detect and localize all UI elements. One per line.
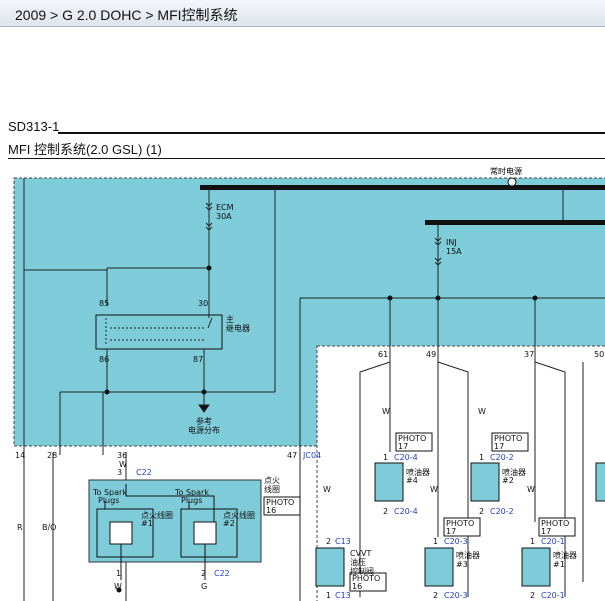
pin-2-c20-3: 2	[433, 591, 438, 600]
wire-w-4: W	[430, 485, 438, 494]
connector-c20-4: C20-4	[394, 453, 418, 462]
injector-1-label: 喷油器	[553, 550, 577, 560]
injector-partial	[595, 462, 605, 502]
pin-1-c20-2: 1	[479, 453, 484, 462]
connector-c22-bottom: C22	[214, 569, 230, 578]
injector-1	[521, 547, 551, 587]
connector-jc04: JC04	[302, 451, 321, 460]
pin-1-c20-3: 1	[433, 537, 438, 546]
pin-2-c20-2: 2	[479, 507, 484, 516]
relay-label: 主	[226, 314, 234, 324]
connector-c22: C22	[136, 468, 152, 477]
cvvt-label: CVVT	[350, 549, 372, 558]
ref-label: 参考	[196, 416, 212, 426]
injector-3-num: #3	[456, 560, 468, 569]
pin-1-c20-1: 1	[530, 537, 535, 546]
photo-inj2-b: 17	[494, 442, 504, 451]
coil-2-symbol	[193, 521, 217, 545]
pin-3: 3	[117, 468, 122, 477]
photo-cvvt-b: 16	[352, 582, 362, 591]
inj-fuse-label: INJ	[446, 238, 457, 247]
power-bus-bar	[200, 185, 605, 190]
wire-r: R	[17, 523, 23, 532]
photo-inj1-b: 17	[541, 527, 551, 536]
wire-g-right: G	[201, 582, 207, 591]
relay-pin-30: 30	[198, 299, 208, 308]
power-node	[507, 177, 517, 187]
cvvt-label-2: 油压	[350, 557, 366, 567]
wire-w-top: W	[119, 460, 127, 469]
pin-1-c13: 1	[326, 591, 331, 600]
pin-1-c20-4: 1	[383, 453, 388, 462]
wire-w-3: W	[478, 407, 486, 416]
ignition-label-2: 线圈	[264, 484, 280, 494]
injector-2-num: #2	[502, 476, 514, 485]
connector-c20-1: C20-1	[541, 537, 565, 546]
ref-label-2: 电源分布	[188, 425, 220, 435]
terminal-50: 50	[594, 350, 604, 359]
connector-c13-bottom: C13	[335, 591, 351, 600]
relay-pin-85: 85	[99, 299, 109, 308]
connector-c20-3-bottom: C20-3	[444, 591, 468, 600]
connector-c20-3: C20-3	[444, 537, 468, 546]
terminal-47: 47	[287, 451, 297, 460]
connector-c13: C13	[335, 537, 351, 546]
connector-c20-2: C20-2	[490, 453, 514, 462]
pin-2-right: 2	[201, 569, 206, 578]
relay-pin-86: 86	[99, 355, 109, 364]
wire-bo: B/O	[42, 523, 56, 532]
terminal-36: 36	[117, 451, 127, 460]
injector-3	[424, 547, 454, 587]
terminal-61: 61	[378, 350, 388, 359]
inj-fuse-amp: 15A	[446, 247, 462, 256]
wire-w-left: W	[114, 582, 122, 591]
spark-label-left-2: Plugs	[98, 496, 119, 505]
injector-3-label: 喷油器	[456, 550, 480, 560]
connector-c20-2-bottom: C20-2	[490, 507, 514, 516]
pin-2-c13: 2	[326, 537, 331, 546]
injector-2	[470, 462, 500, 502]
relay-pin-87: 87	[193, 355, 203, 364]
wire-w-1: W	[382, 407, 390, 416]
terminal-28: 28	[47, 451, 57, 460]
ecm-fuse-amp: 30A	[216, 212, 232, 221]
wiring-diagram: 常时电源 ECM 30A INJ 15A 85 30 86 87 主 继电器 参…	[13, 166, 605, 601]
photo-ignition-b: 16	[266, 506, 276, 515]
wire-w-5: W	[527, 485, 535, 494]
coil-2-num: #2	[223, 519, 235, 528]
photo-inj3-b: 17	[446, 527, 456, 536]
injector-4	[374, 462, 404, 502]
terminal-37: 37	[524, 350, 534, 359]
wire-w-2: W	[323, 485, 331, 494]
coil-1-num: #1	[141, 519, 153, 528]
pin-2-c20-1: 2	[530, 591, 535, 600]
connector-c20-4-bottom: C20-4	[394, 507, 418, 516]
power-bus-bar	[425, 220, 605, 225]
ecm-fuse-label: ECM	[216, 203, 234, 212]
ignition-label: 点火	[264, 476, 280, 485]
coil-1-symbol	[109, 521, 133, 545]
terminal-14: 14	[15, 451, 25, 460]
photo-inj4-b: 17	[398, 442, 408, 451]
terminal-49: 49	[426, 350, 436, 359]
injector-4-num: #4	[406, 476, 418, 485]
always-power-label: 常时电源	[490, 166, 522, 176]
injector-1-num: #1	[553, 560, 565, 569]
pin-1-left: 1	[116, 569, 121, 578]
spark-label-right-2: Plugs	[181, 496, 202, 505]
cvvt-valve	[315, 547, 345, 587]
connector-c20-1-bottom: C20-1	[541, 591, 565, 600]
pin-2-c20-4: 2	[383, 507, 388, 516]
relay-label-2: 继电器	[226, 323, 250, 333]
